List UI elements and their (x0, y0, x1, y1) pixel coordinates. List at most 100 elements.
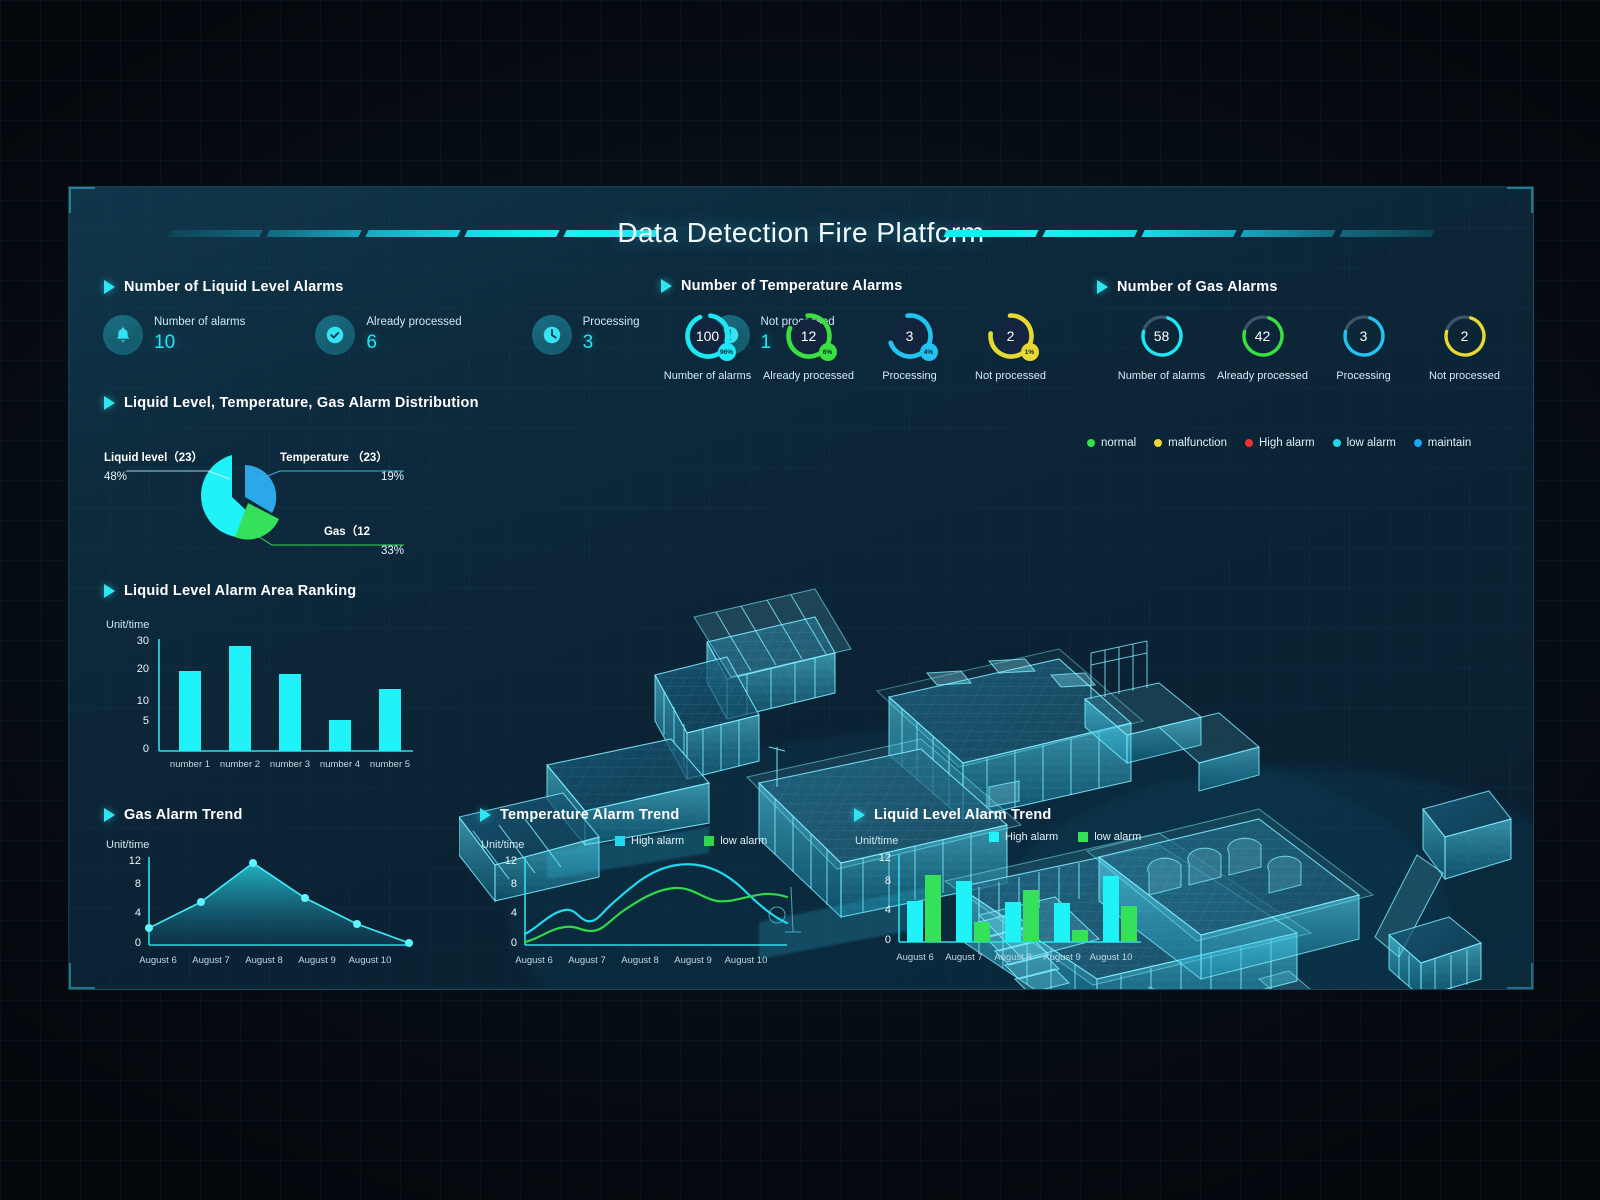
section-header-temperature-alarms: Number of Temperature Alarms (661, 278, 903, 294)
triangle-bullet-icon (104, 396, 115, 410)
gauge-card[interactable]: 12 6% Already processed (758, 311, 859, 382)
dashboard-page: Data Detection Fire Platform Number of L… (0, 0, 1600, 1200)
x-tick: August 10 (1089, 952, 1133, 963)
liquid-trend-legend: High alarm low alarm (989, 831, 1141, 843)
triangle-bullet-icon (104, 280, 115, 294)
triangle-bullet-icon (661, 279, 672, 293)
y-tick: 10 (136, 695, 149, 707)
section-header-area-ranking: Liquid Level Alarm Area Ranking (104, 583, 356, 599)
gas-alarm-trend-chart[interactable]: 12 8 4 0 August 6 August 7 August 8 Augu… (101, 855, 421, 973)
title-bar: Data Detection Fire Platform (69, 211, 1533, 255)
legend-item-maintain[interactable]: maintain (1413, 437, 1472, 449)
triangle-bullet-icon (104, 808, 115, 822)
gauge-label: Number of alarms (1117, 370, 1206, 382)
legend-item-high-alarm[interactable]: High alarm (989, 831, 1058, 843)
triangle-bullet-icon (1097, 280, 1108, 294)
stat-value: 10 (154, 331, 176, 353)
gauge-card[interactable]: 3 Processing (1313, 311, 1414, 382)
stat-card[interactable]: Already processed 6 (315, 315, 462, 355)
section-header-gas-alarms: Number of Gas Alarms (1097, 279, 1278, 295)
gauge-value: 3 (1359, 328, 1368, 344)
gauge-card[interactable]: 2 1% Not processed (960, 311, 1061, 382)
pie-percent-temperature: 19% (380, 471, 404, 483)
legend-item-low-alarm[interactable]: low alarm (1078, 831, 1141, 843)
legend-label: low alarm (720, 835, 768, 847)
section-header-gas-trend: Gas Alarm Trend (104, 807, 243, 823)
bell-icon (103, 315, 143, 355)
y-tick: 20 (136, 663, 149, 675)
panel-corner-top-left (69, 187, 95, 213)
section-title: Number of Liquid Level Alarms (124, 279, 344, 295)
legend-label: maintain (1427, 437, 1472, 449)
y-tick: 12 (128, 855, 141, 867)
gauge-card[interactable]: 58 Number of alarms (1111, 311, 1212, 382)
gauge-badge: 4% (919, 343, 938, 361)
gauge-label: Number of alarms (663, 370, 752, 382)
y-tick: 8 (134, 878, 141, 890)
axis-unit-label: Unit/time (481, 839, 525, 851)
gauge-badge: 1% (1020, 343, 1039, 361)
temperature-trend-legend: High alarm low alarm (615, 835, 767, 847)
pie-label-gas: Gas（12 (323, 526, 370, 538)
axis-unit-label: Unit/time (855, 835, 899, 847)
gauge-badge: 6% (818, 343, 837, 361)
pie-percent-gas: 33% (380, 545, 404, 557)
legend-item-malfunction[interactable]: malfunction (1154, 437, 1227, 449)
pie-label-liquid: Liquid level（23） (104, 452, 204, 464)
gauge-label: Already processed (762, 370, 855, 382)
liquid-level-alarm-trend-chart[interactable]: 12 8 4 0 August 6 August 7 August 8 Augu… (851, 852, 1171, 970)
y-tick: 4 (510, 907, 517, 919)
temperature-alarm-trend-chart[interactable]: 12 8 4 0 August 6 August 7 August 8 Augu… (477, 855, 797, 973)
stat-card[interactable]: Number of alarms 10 (103, 315, 245, 355)
legend-label: High alarm (1258, 437, 1315, 449)
y-tick: 4 (134, 907, 141, 919)
legend-item-high-alarm[interactable]: High alarm (1244, 437, 1315, 449)
gauge-ring: 3 (1339, 311, 1389, 361)
legend-label: low alarm (1094, 831, 1142, 843)
gauge-card[interactable]: 42 Already processed (1212, 311, 1313, 382)
gauge-ring: 2 (1440, 311, 1490, 361)
alarm-distribution-pie-chart[interactable]: Liquid level（23） 48% Temperature （23） 19… (104, 435, 424, 557)
gauge-card[interactable]: 100 96% Number of alarms (657, 311, 758, 382)
y-tick: 5 (142, 715, 149, 727)
stat-value: 6 (366, 331, 377, 353)
section-title: Temperature Alarm Trend (500, 807, 680, 823)
gauge-ring: 100 96% (683, 311, 736, 361)
stat-label: Processing (582, 316, 640, 329)
legend-swatch-icon (704, 836, 715, 846)
pie-label-temperature: Temperature （23） (280, 452, 388, 464)
x-tick: August 10 (348, 955, 392, 966)
legend-item-low-alarm[interactable]: low alarm (704, 835, 767, 847)
gauge-label: Processing (1336, 370, 1391, 382)
gauge-value: 58 (1153, 328, 1170, 344)
gauge-card[interactable]: 3 4% Processing (859, 311, 960, 382)
legend-label: High alarm (631, 835, 685, 847)
triangle-bullet-icon (854, 808, 865, 822)
y-tick: 4 (884, 904, 891, 916)
section-title: Liquid Level Alarm Trend (874, 807, 1052, 823)
section-title: Liquid Level, Temperature, Gas Alarm Dis… (124, 395, 479, 411)
stat-card[interactable]: Processing 3 (531, 315, 640, 355)
section-header-liquid-level-alarms: Number of Liquid Level Alarms (104, 279, 344, 295)
model-status-legend: normal malfunction High alarm low alarm … (1087, 437, 1471, 449)
legend-item-low-alarm[interactable]: low alarm (1332, 437, 1396, 449)
gauge-ring: 58 (1137, 311, 1187, 361)
legend-label: malfunction (1168, 437, 1227, 449)
legend-item-normal[interactable]: normal (1087, 437, 1136, 449)
gauge-ring: 42 (1238, 311, 1288, 361)
gauge-card[interactable]: 2 Not processed (1414, 311, 1515, 382)
liquid-level-area-ranking-chart[interactable]: 30 20 10 5 0 number 1 number 2 number 3 … (101, 635, 421, 770)
panel-corner-top-right (1507, 187, 1533, 213)
legend-label: low alarm (1346, 437, 1396, 449)
legend-item-high-alarm[interactable]: High alarm (615, 835, 684, 847)
clock-icon (531, 315, 572, 355)
legend-dot-icon (1332, 439, 1341, 447)
axis-unit-label: Unit/time (106, 619, 150, 631)
section-title: Number of Temperature Alarms (681, 278, 903, 294)
temperature-gauges: 100 96% Number of alarms 12 6% Already p… (657, 311, 1061, 382)
legend-swatch-icon (615, 836, 625, 846)
y-tick: 0 (884, 934, 891, 946)
stat-label: Already processed (366, 316, 462, 329)
legend-dot-icon (1413, 439, 1422, 447)
section-title: Gas Alarm Trend (124, 807, 243, 823)
